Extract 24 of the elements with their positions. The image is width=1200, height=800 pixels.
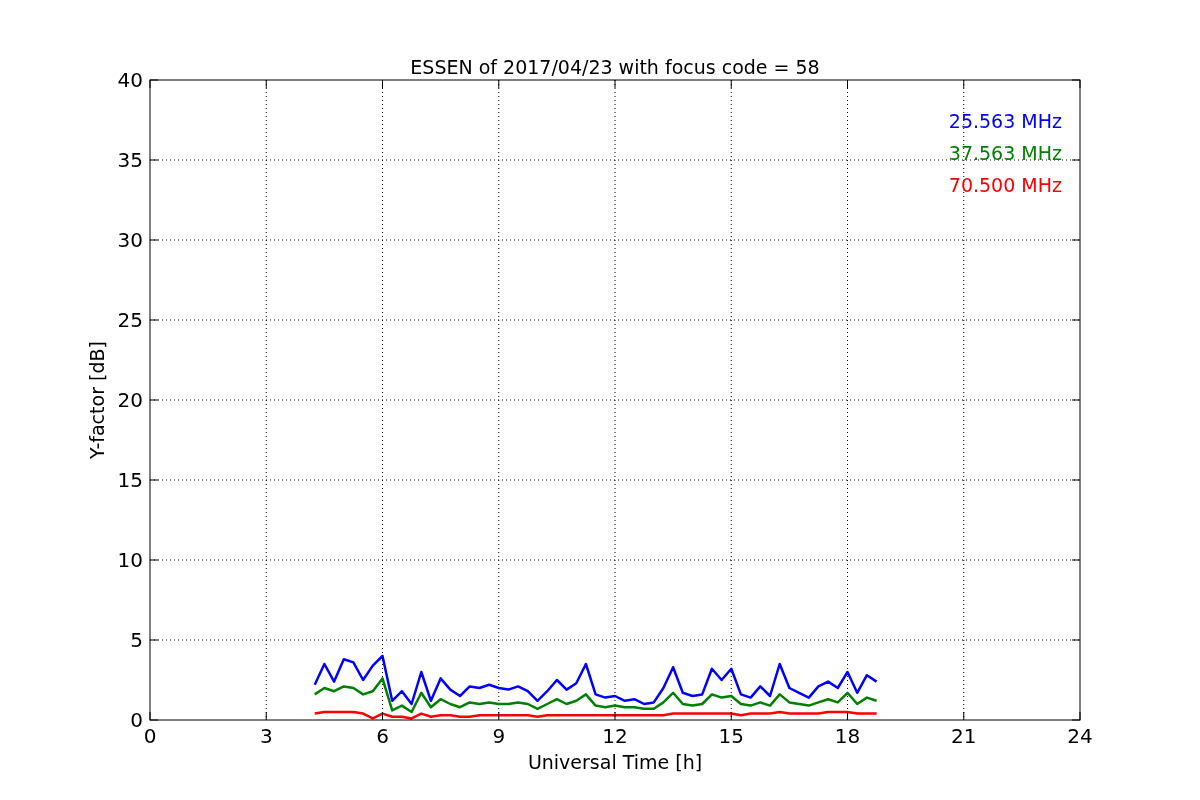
x-tick-label: 0	[143, 724, 157, 748]
y-tick-label: 5	[130, 628, 143, 652]
y-tick-label: 35	[117, 148, 143, 172]
x-tick-label: 6	[376, 724, 389, 748]
legend-label: 70.500 MHz	[948, 174, 1062, 196]
x-tick-label: 3	[259, 724, 273, 748]
y-tick-label: 0	[130, 708, 143, 732]
y-tick-label: 30	[117, 228, 143, 252]
x-tick-label: 12	[602, 724, 628, 748]
legend-label: 37.563 MHz	[948, 142, 1062, 164]
y-tick-label: 40	[117, 68, 143, 92]
y-tick-label: 15	[117, 468, 143, 492]
x-tick-label: 9	[492, 724, 506, 748]
x-axis-label: Universal Time [h]	[527, 751, 703, 773]
y-tick-label: 10	[117, 548, 143, 572]
x-tick-label: 21	[951, 724, 977, 748]
x-tick-label: 15	[718, 724, 744, 748]
x-tick-label: 18	[834, 724, 861, 748]
chart-title: ESSEN of 2017/04/23 with focus code = 58	[410, 56, 820, 78]
legend-label: 25.563 MHz	[948, 110, 1062, 132]
y-tick-label: 25	[117, 308, 143, 332]
y-tick-label: 20	[117, 388, 143, 412]
x-tick-label: 24	[1067, 724, 1093, 748]
y-axis-label: Y-factor [dB]	[86, 341, 108, 459]
